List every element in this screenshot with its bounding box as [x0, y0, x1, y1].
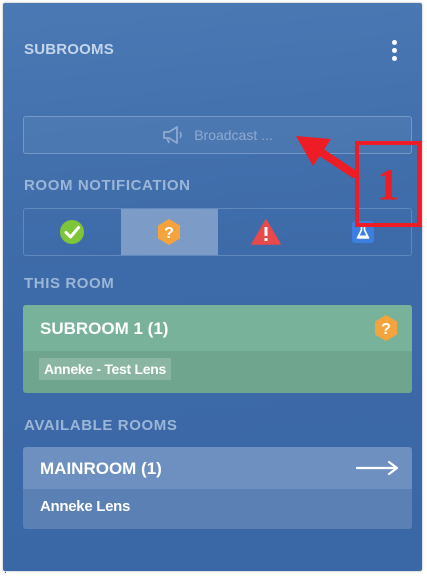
broadcast-button[interactable]: Broadcast ...: [23, 116, 412, 154]
kebab-menu-icon[interactable]: [386, 39, 402, 65]
question-hexagon-icon: ?: [158, 219, 181, 245]
room-member: Anneke Lens: [40, 498, 131, 515]
room-name: MAINROOM (1): [40, 459, 162, 478]
arrow-right-icon[interactable]: [356, 460, 400, 476]
check-circle-icon: [60, 220, 85, 244]
notification-selector: ?: [23, 208, 412, 256]
this-room-label: THIS ROOM: [24, 275, 115, 292]
subrooms-panel: SUBROOMS Broadcast ... ROOM NOTIFICATION…: [3, 3, 422, 571]
annotation-number-box: 1: [355, 141, 421, 227]
room-member: Anneke - Test Lens: [39, 358, 171, 380]
notification-ok-option[interactable]: [24, 209, 121, 255]
panel-title: SUBROOMS: [24, 41, 114, 58]
notification-question-option[interactable]: ?: [120, 209, 218, 255]
svg-text:?: ?: [164, 225, 174, 242]
question-hexagon-icon: ?: [375, 315, 397, 341]
this-room-card[interactable]: SUBROOM 1 (1) ? Anneke - Test Lens: [23, 305, 412, 393]
svg-text:?: ?: [381, 321, 391, 338]
broadcast-label: Broadcast ...: [194, 127, 273, 143]
megaphone-icon: [163, 126, 183, 144]
notification-warning-option[interactable]: [218, 209, 315, 255]
warning-triangle-icon: [251, 219, 281, 245]
room-name: SUBROOM 1 (1): [40, 319, 169, 338]
room-notification-label: ROOM NOTIFICATION: [24, 177, 191, 194]
available-room-card[interactable]: MAINROOM (1) Anneke Lens: [23, 447, 412, 529]
available-rooms-label: AVAILABLE ROOMS: [24, 417, 178, 434]
